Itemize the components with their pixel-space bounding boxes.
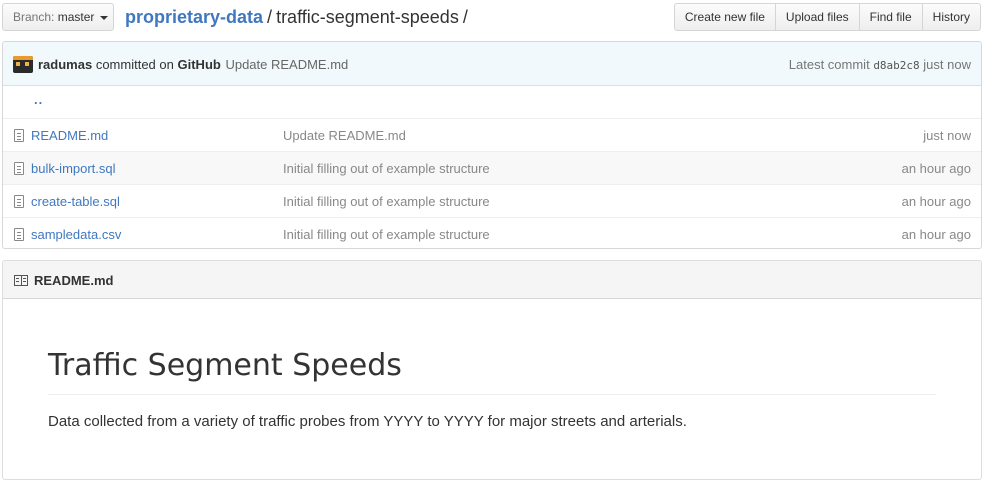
upload-files-button[interactable]: Upload files	[774, 3, 860, 31]
file-icon	[14, 162, 24, 175]
breadcrumb-repo-link[interactable]: proprietary-data	[125, 7, 263, 27]
table-row: create-table.sql Initial filling out of …	[3, 184, 981, 217]
file-actions-group: Create new file Upload files Find file H…	[673, 3, 981, 31]
file-name-link[interactable]: create-table.sql	[31, 193, 120, 210]
readme-description: Data collected from a variety of traffic…	[48, 413, 687, 430]
commit-author-link[interactable]: radumas	[38, 57, 92, 72]
branch-name: master	[57, 10, 95, 24]
readme-heading: Traffic Segment Speeds	[48, 348, 936, 395]
commit-message-link[interactable]: Update README.md	[225, 57, 348, 72]
readme-content: Traffic Segment Speeds Data collected fr…	[3, 348, 981, 433]
file-icon	[14, 228, 24, 241]
file-age: an hour ago	[901, 194, 971, 209]
file-commit-message-link[interactable]: Initial filling out of example structure	[283, 193, 490, 210]
commit-age: just now	[923, 57, 971, 72]
caret-down-icon	[99, 15, 108, 20]
file-commit-message-link[interactable]: Initial filling out of example structure	[283, 226, 490, 243]
commit-via-text: committed on	[95, 57, 174, 72]
branch-label: Branch:	[13, 10, 55, 24]
file-commit-message-link[interactable]: Update README.md	[283, 127, 406, 144]
file-table: radumas committed on GitHub Update READM…	[2, 41, 982, 249]
parent-directory-link[interactable]: ..	[34, 92, 43, 107]
history-button[interactable]: History	[921, 3, 981, 31]
commit-platform: GitHub	[177, 57, 221, 72]
parent-directory-row: ..	[3, 86, 981, 118]
avatar[interactable]	[13, 56, 33, 73]
file-icon	[14, 129, 24, 142]
readme-panel: README.md Traffic Segment Speeds Data co…	[2, 260, 982, 480]
branch-selector-button[interactable]: Branch: master	[2, 3, 114, 31]
table-row: sampledata.csv Initial filling out of ex…	[3, 217, 981, 248]
file-name-link[interactable]: README.md	[31, 127, 108, 144]
file-icon	[14, 195, 24, 208]
commit-summary: radumas committed on GitHub Update READM…	[38, 56, 348, 73]
find-file-button[interactable]: Find file	[858, 3, 923, 31]
table-row: bulk-import.sql Initial filling out of e…	[3, 151, 981, 184]
file-name-link[interactable]: bulk-import.sql	[31, 160, 116, 177]
commit-sha-link[interactable]: d8ab2c8	[873, 59, 919, 72]
breadcrumb-folder: traffic-segment-speeds	[276, 7, 459, 27]
book-icon	[14, 275, 28, 286]
file-name-link[interactable]: sampledata.csv	[31, 226, 121, 243]
readme-filename: README.md	[34, 273, 114, 288]
file-age: just now	[923, 128, 971, 143]
commit-meta: Latest commit d8ab2c8 just now	[789, 56, 971, 74]
breadcrumb-separator: /	[267, 7, 273, 27]
file-commit-message-link[interactable]: Initial filling out of example structure	[283, 160, 490, 177]
latest-commit-label: Latest commit	[788, 57, 870, 72]
breadcrumb-separator: /	[462, 7, 468, 27]
readme-header: README.md	[3, 261, 981, 299]
create-new-file-button[interactable]: Create new file	[673, 3, 776, 31]
table-row: README.md Update README.md just now	[3, 118, 981, 151]
breadcrumb: proprietary-data / traffic-segment-speeds /	[125, 6, 472, 28]
file-age: an hour ago	[901, 227, 971, 242]
latest-commit-bar: radumas committed on GitHub Update READM…	[3, 42, 981, 86]
file-age: an hour ago	[901, 161, 971, 176]
repo-toolbar: Branch: master proprietary-data / traffic-…	[0, 3, 983, 33]
